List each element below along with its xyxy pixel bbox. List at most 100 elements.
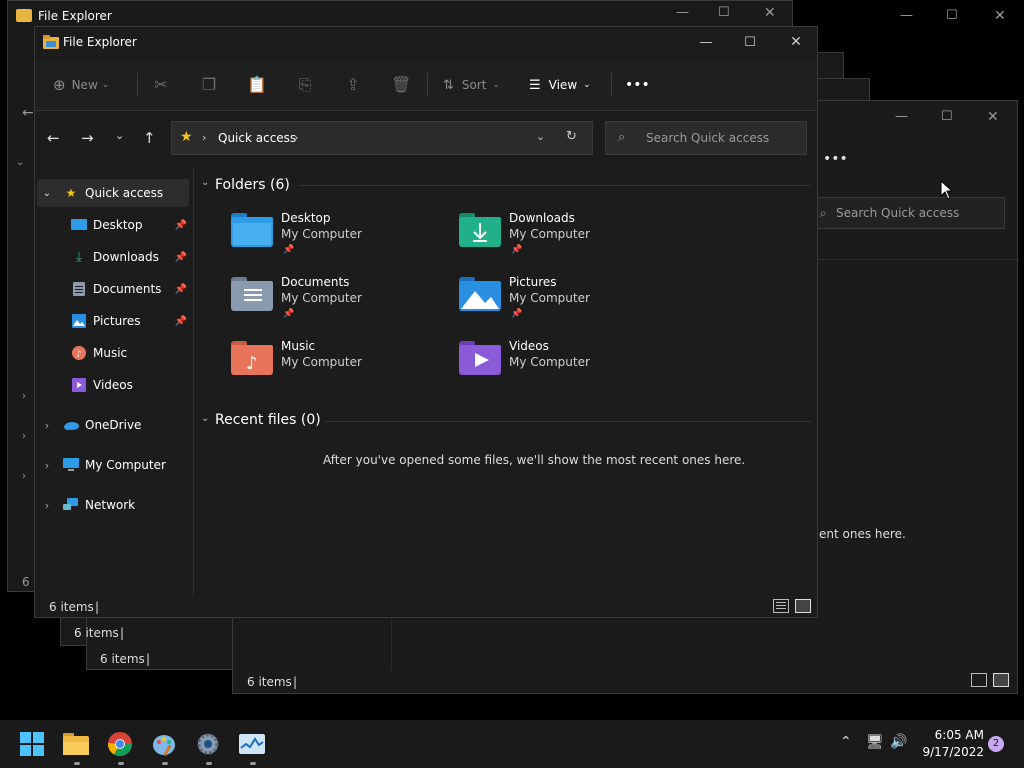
folders-section-header[interactable]: Folders (6) <box>215 177 290 193</box>
sidebar-item-documents[interactable]: Documents 📌 <box>71 275 191 303</box>
search-input[interactable]: ⌕ Search Quick access <box>811 197 1005 229</box>
chevron-down-icon[interactable]: ⌄ <box>201 177 209 188</box>
maximize-button[interactable]: ☐ <box>946 8 958 23</box>
cut-icon[interactable]: ✂ <box>151 75 171 95</box>
file-explorer-icon <box>43 35 59 49</box>
status-separator: | <box>120 626 125 640</box>
details-view-icon[interactable] <box>971 673 987 687</box>
divider <box>325 421 811 422</box>
maximize-button[interactable]: ☐ <box>718 5 730 20</box>
tiles-view-icon[interactable] <box>993 673 1009 687</box>
forward-button[interactable]: → <box>81 129 94 147</box>
share-icon[interactable]: ⇪ <box>343 75 363 95</box>
chevron-right-icon[interactable]: › <box>37 459 57 472</box>
more-options-button[interactable]: ••• <box>823 151 848 167</box>
maximize-button[interactable]: ☐ <box>941 109 953 124</box>
chevron-right-icon: › <box>22 431 26 442</box>
show-hidden-icons-button[interactable]: ⌃ <box>840 734 852 750</box>
rename-icon[interactable]: ⎘ <box>295 75 315 95</box>
folder-tile-pictures[interactable]: Pictures My Computer 📌 <box>459 273 679 329</box>
download-icon: ⤓ <box>75 249 83 265</box>
minimize-button[interactable]: — <box>683 27 729 57</box>
folder-name: Videos <box>509 339 549 353</box>
minimize-button[interactable]: — <box>676 5 689 20</box>
volume-icon[interactable]: 🔊 <box>890 734 907 750</box>
clock-date[interactable]: 9/17/2022 <box>916 745 984 759</box>
taskbar-settings[interactable] <box>192 728 224 760</box>
maximize-button[interactable]: ☐ <box>727 27 773 57</box>
new-button[interactable]: ⊕ New ⌄ <box>53 71 109 99</box>
taskbar-file-explorer[interactable] <box>60 728 92 760</box>
address-bar[interactable]: ★ › Quick access › ⌄ ↻ <box>171 121 593 155</box>
running-indicator <box>162 762 168 765</box>
videos-folder-icon <box>459 341 501 375</box>
close-button[interactable]: ✕ <box>764 5 776 21</box>
recent-locations-button[interactable]: ⌄ <box>115 129 124 142</box>
up-button[interactable]: ↑ <box>143 129 156 147</box>
chrome-icon <box>108 732 132 756</box>
search-input[interactable]: ⌕ Search Quick access <box>605 121 807 155</box>
sidebar-item-onedrive[interactable]: › OneDrive <box>37 411 193 439</box>
details-view-icon[interactable] <box>773 599 789 613</box>
chevron-down-icon[interactable]: ⌄ <box>201 413 209 424</box>
tiles-view-icon[interactable] <box>795 599 811 613</box>
folder-icon <box>16 9 32 22</box>
chevron-right-icon[interactable]: › <box>294 131 298 144</box>
sidebar-item-label: Documents <box>93 282 162 296</box>
folder-tile-downloads[interactable]: Downloads My Computer 📌 <box>459 209 679 265</box>
taskbar-chrome[interactable] <box>104 728 136 760</box>
pin-icon: 📌 <box>174 283 187 295</box>
recent-files-section-header[interactable]: Recent files (0) <box>215 412 321 428</box>
refresh-button[interactable]: ↻ <box>566 129 577 144</box>
notification-badge[interactable]: 2 <box>988 736 1004 752</box>
address-location[interactable]: Quick access <box>218 131 296 145</box>
sidebar-item-network[interactable]: › Network <box>37 491 193 519</box>
close-button[interactable]: ✕ <box>987 109 999 125</box>
delete-icon[interactable]: 🗑 <box>391 75 411 95</box>
address-dropdown-button[interactable]: ⌄ <box>536 130 545 143</box>
close-button[interactable]: ✕ <box>994 8 1006 24</box>
sidebar-item-downloads[interactable]: ⤓ Downloads 📌 <box>71 243 191 271</box>
more-options-button[interactable]: ••• <box>625 77 650 93</box>
status-separator: | <box>95 600 100 614</box>
taskbar-task-manager[interactable] <box>236 728 268 760</box>
sidebar-item-label: Music <box>93 346 128 360</box>
cloud-icon <box>63 417 79 433</box>
folder-tile-music[interactable]: ♪ Music My Computer <box>231 337 451 393</box>
sidebar-item-quick-access[interactable]: ⌄ ★ Quick access <box>37 179 189 207</box>
network-status-icon[interactable]: 🖥 <box>866 734 884 750</box>
sidebar-item-pictures[interactable]: Pictures 📌 <box>71 307 191 335</box>
clock-time[interactable]: 6:05 AM <box>920 728 984 742</box>
chevron-right-icon: › <box>202 131 207 144</box>
sidebar-item-my-computer[interactable]: › My Computer <box>37 451 193 479</box>
taskbar-paint[interactable] <box>148 728 180 760</box>
chevron-right-icon[interactable]: › <box>37 419 57 432</box>
minimize-button[interactable]: — <box>895 109 908 124</box>
folder-tile-desktop[interactable]: Desktop My Computer 📌 <box>231 209 451 265</box>
paste-icon[interactable]: 📋 <box>247 75 267 95</box>
folder-tile-documents[interactable]: Documents My Computer 📌 <box>231 273 451 329</box>
music-icon: ♪ <box>71 345 87 361</box>
folder-tile-videos[interactable]: Videos My Computer <box>459 337 679 393</box>
folder-icon <box>63 733 89 755</box>
minimize-button[interactable]: — <box>900 8 913 23</box>
sidebar-item-music[interactable]: ♪ Music <box>71 339 191 367</box>
sidebar-item-desktop[interactable]: Desktop 📌 <box>71 211 191 239</box>
sidebar-item-videos[interactable]: Videos <box>71 371 191 399</box>
pin-icon: 📌 <box>511 309 523 319</box>
copy-icon[interactable]: ❐ <box>199 75 219 95</box>
chevron-right-icon[interactable]: › <box>37 499 57 512</box>
start-button[interactable] <box>16 728 48 760</box>
pin-icon: 📌 <box>174 251 187 263</box>
chevron-down-icon[interactable]: ⌄ <box>37 188 57 199</box>
pane-divider[interactable] <box>193 167 194 597</box>
folder-location: My Computer <box>281 227 362 241</box>
close-button[interactable]: ✕ <box>773 27 819 57</box>
status-item-count: 6 items <box>247 675 292 689</box>
pin-icon: 📌 <box>283 309 295 319</box>
mouse-cursor-icon <box>940 180 954 200</box>
new-label: New <box>71 78 98 92</box>
back-button[interactable]: ← <box>47 129 60 147</box>
view-button[interactable]: ☰ View ⌄ <box>529 71 591 99</box>
sort-button[interactable]: ⇅ Sort ⌄ <box>443 71 500 99</box>
